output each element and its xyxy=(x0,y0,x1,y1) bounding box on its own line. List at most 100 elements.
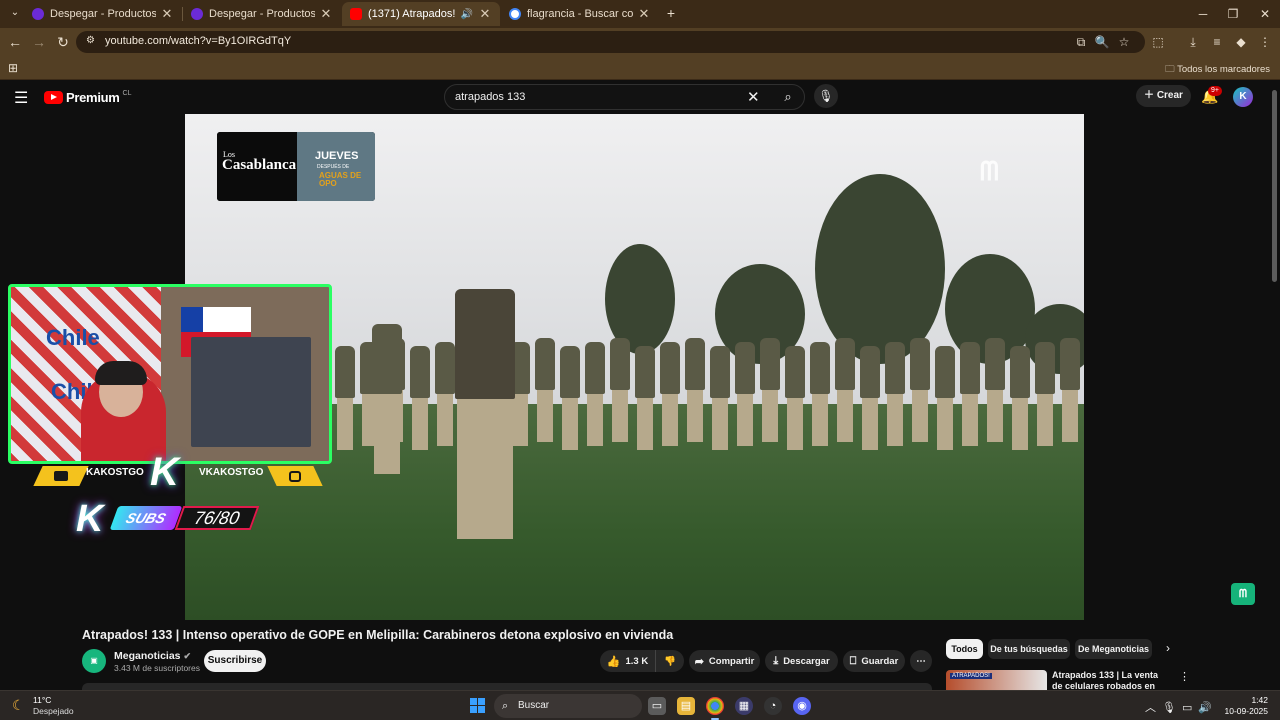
chip-todos[interactable]: Todos xyxy=(946,639,983,659)
promo-right-panel: JUEVES DESPUÉS DE AGUAS DE OPO xyxy=(297,132,375,201)
reload-icon[interactable]: ↻ xyxy=(52,32,74,52)
clock-date[interactable]: 10-09-2025 xyxy=(1214,706,1268,716)
weather-moon-icon[interactable]: ☾ xyxy=(12,697,25,714)
menu-kebab-icon[interactable]: ⋮ xyxy=(1255,32,1275,52)
apps-grid-icon[interactable]: ⊞ xyxy=(8,61,18,75)
soldier-legs xyxy=(537,390,553,442)
soldier-figure xyxy=(760,338,780,442)
zoom-icon[interactable]: 🔍 xyxy=(1092,32,1112,52)
weather-condition: Despejado xyxy=(33,706,74,716)
notification-badge: 9+ xyxy=(1208,86,1222,96)
minimize-icon[interactable]: ─ xyxy=(1188,4,1218,24)
create-button[interactable]: ＋ Crear xyxy=(1136,85,1191,107)
soldier-legs xyxy=(612,390,628,442)
microphone-icon[interactable]: 🎙 xyxy=(1162,702,1182,714)
recommendation-title[interactable]: Atrapados 133 | La venta de celulares ro… xyxy=(1052,670,1170,692)
microphone-icon[interactable]: 🎙 xyxy=(814,84,838,108)
extensions-icon[interactable]: ⬚ xyxy=(1148,32,1168,52)
task-view-icon[interactable]: ▭ xyxy=(648,697,666,715)
subscribe-button[interactable]: Suscribirse xyxy=(204,650,266,672)
youtube-premium-logo[interactable]: Premium CL xyxy=(44,90,131,105)
soldier-legs xyxy=(862,398,878,450)
bookmark-star-icon[interactable]: ☆ xyxy=(1114,32,1134,52)
create-label: Crear xyxy=(1156,90,1183,101)
clear-search-icon[interactable]: ✕ xyxy=(747,88,760,106)
all-bookmarks-button[interactable]: 🗀 Todos los marcadores xyxy=(1165,62,1270,78)
page-scrollbar[interactable] xyxy=(1272,90,1277,282)
share-button[interactable]: ➦ Compartir xyxy=(689,650,760,672)
like-button[interactable]: 👍 1.3 K xyxy=(600,650,655,672)
app-icon[interactable]: ▦ xyxy=(735,697,753,715)
meganoticias-watermark-icon: ᗰ xyxy=(980,156,999,186)
streamer-k-logo-icon: K xyxy=(150,450,179,494)
channel-name-row[interactable]: Meganoticias ✔ xyxy=(114,650,191,662)
all-bookmarks-label: Todos los marcadores xyxy=(1177,64,1270,75)
discord-icon[interactable]: ◉ xyxy=(793,697,811,715)
subs-k-logo-icon: K xyxy=(76,498,104,540)
restore-icon[interactable]: ❐ xyxy=(1218,4,1248,24)
windows-start-icon[interactable] xyxy=(470,698,485,713)
dislike-button[interactable]: 👎 xyxy=(655,650,684,672)
forward-icon[interactable]: → xyxy=(28,32,50,52)
file-explorer-icon[interactable]: ▤ xyxy=(677,697,695,715)
close-tab-icon[interactable]: ✕ xyxy=(637,6,651,22)
share-arrow-icon: ➦ xyxy=(694,655,704,668)
recommendation-thumbnail[interactable]: ATRAPADOS! xyxy=(946,670,1047,692)
chevron-right-icon[interactable]: › xyxy=(1166,641,1170,655)
new-tab-button[interactable]: + xyxy=(660,3,682,23)
recommendation-menu-icon[interactable]: ⋮ xyxy=(1179,670,1190,683)
soldier-legs xyxy=(987,390,1003,442)
tab-title: flagrancia - Buscar con Google xyxy=(527,8,633,20)
chip-de-meganoticias[interactable]: De Meganoticias xyxy=(1075,639,1152,659)
cast-icon[interactable]: ⧉ xyxy=(1071,32,1091,52)
soldier-figure xyxy=(735,342,755,446)
obs-icon[interactable]: ◔ xyxy=(764,697,782,715)
address-bar[interactable]: ⚙ youtube.com/watch?v=By1OIRGdTqY ⧉ 🔍 ☆ xyxy=(76,31,1145,53)
country-code: CL xyxy=(122,90,132,97)
close-tab-icon[interactable]: ✕ xyxy=(478,6,492,22)
download-icon[interactable]: ⤓ xyxy=(1183,32,1203,52)
soldier-legs xyxy=(637,398,653,450)
download-button[interactable]: ⤓ Descargar xyxy=(765,650,838,672)
chevron-up-icon[interactable]: ︿ xyxy=(1145,702,1162,714)
profile-icon[interactable]: ◆ xyxy=(1231,32,1251,52)
youtube-handle: KAKOSTGO xyxy=(86,467,144,478)
soldier-figure xyxy=(960,342,980,446)
browser-tab-4[interactable]: flagrancia - Buscar con Google ✕ xyxy=(501,2,659,26)
search-input[interactable]: atrapados 133 ✕ ⌕ xyxy=(444,84,805,110)
clock-time[interactable]: 1:42 xyxy=(1226,695,1268,705)
wall-text: Chile xyxy=(46,325,100,350)
chrome-icon[interactable] xyxy=(706,697,724,720)
reading-list-icon[interactable]: ≡ xyxy=(1207,32,1227,52)
soldier-figure xyxy=(1035,342,1055,446)
chip-de-tus-busquedas[interactable]: De tus búsquedas xyxy=(988,639,1070,659)
site-info-icon[interactable]: ⚙ xyxy=(86,35,95,46)
hamburger-menu-icon[interactable]: ☰ xyxy=(14,88,28,108)
browser-tab-1[interactable]: Despegar - Productos Combinados ✕ xyxy=(24,2,182,26)
soldier-figure xyxy=(885,342,905,446)
folder-icon: 🗀 xyxy=(1165,64,1175,75)
tab-search-icon[interactable]: ⌄ xyxy=(4,3,26,23)
network-icon[interactable]: ▭ xyxy=(1182,702,1198,714)
shelf xyxy=(191,337,311,447)
close-tab-icon[interactable]: ✕ xyxy=(160,6,174,22)
google-favicon-icon xyxy=(509,8,521,20)
channel-avatar[interactable]: ▣ xyxy=(82,649,106,673)
soldier-legs xyxy=(412,398,428,450)
more-actions-button[interactable]: ⋯ xyxy=(910,650,932,672)
browser-tab-2[interactable]: Despegar - Productos combinados ✕ xyxy=(183,2,341,26)
close-window-icon[interactable]: ✕ xyxy=(1250,4,1280,24)
taskbar-search[interactable]: ⌕ Buscar xyxy=(494,694,642,718)
system-tray[interactable]: ︿🎙▭🔊 xyxy=(1145,699,1218,715)
promo-after: DESPUÉS DE xyxy=(317,164,350,170)
close-tab-icon[interactable]: ✕ xyxy=(319,6,333,22)
soldier-legs xyxy=(337,398,353,450)
search-icon[interactable]: ⌕ xyxy=(771,85,805,109)
account-avatar[interactable]: K xyxy=(1233,87,1253,107)
windows-taskbar: ☾ 11°C Despejado ⌕ Buscar ▭ ▤ ▦ ◔ ◉ ︿🎙▭🔊… xyxy=(0,690,1280,720)
soldier-legs xyxy=(437,394,453,446)
browser-tab-3-active[interactable]: (1371) Atrapados! 133 | Intenso operativ… xyxy=(342,2,500,26)
speaker-icon[interactable]: 🔊 xyxy=(460,9,474,20)
back-icon[interactable]: ← xyxy=(4,32,26,52)
save-button[interactable]: ⎕ Guardar xyxy=(843,650,905,672)
